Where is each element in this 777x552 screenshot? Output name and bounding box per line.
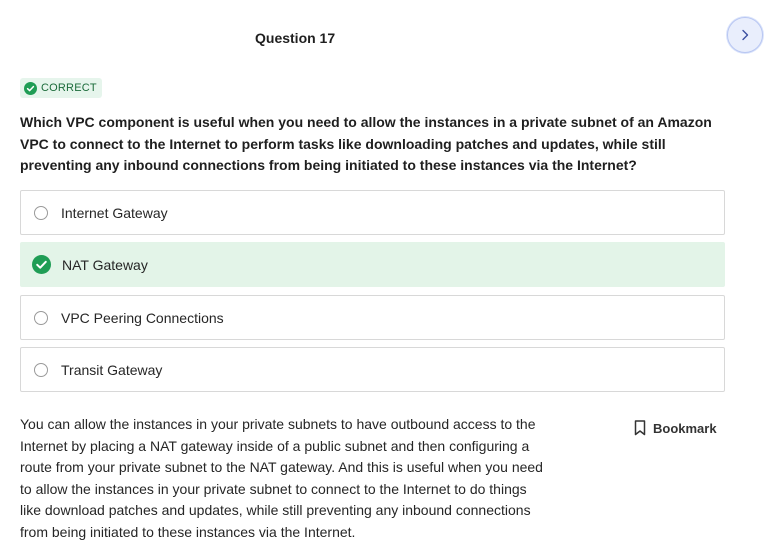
option-label: VPC Peering Connections [61,309,224,326]
explanation-text: You can allow the instances in your priv… [20,416,543,540]
check-circle-icon [24,81,37,95]
bookmark-label: Bookmark [653,420,717,436]
option-label: Transit Gateway [61,361,163,378]
status-label: CORRECT [41,82,97,94]
radio-circle-icon[interactable] [34,362,48,377]
option-nat-gateway[interactable]: NAT Gateway [20,242,725,287]
radio-circle-icon[interactable] [34,310,48,325]
question-text: Which VPC component is useful when you n… [20,114,712,173]
option-label: Internet Gateway [61,204,168,221]
bookmark-button[interactable]: Bookmark [634,420,717,436]
option-transit-gateway[interactable]: Transit Gateway [20,347,725,392]
bookmark-icon [634,420,646,436]
next-question-button[interactable] [727,17,763,53]
radio-circle-icon[interactable] [34,205,48,220]
option-internet-gateway[interactable]: Internet Gateway [20,190,725,235]
question-title: Question 17 [255,30,336,46]
option-vpc-peering-connections[interactable]: VPC Peering Connections [20,295,725,340]
option-label: NAT Gateway [62,256,148,273]
check-circle-icon [32,255,51,274]
chevron-right-icon [742,29,749,41]
status-badge: CORRECT [20,78,102,98]
